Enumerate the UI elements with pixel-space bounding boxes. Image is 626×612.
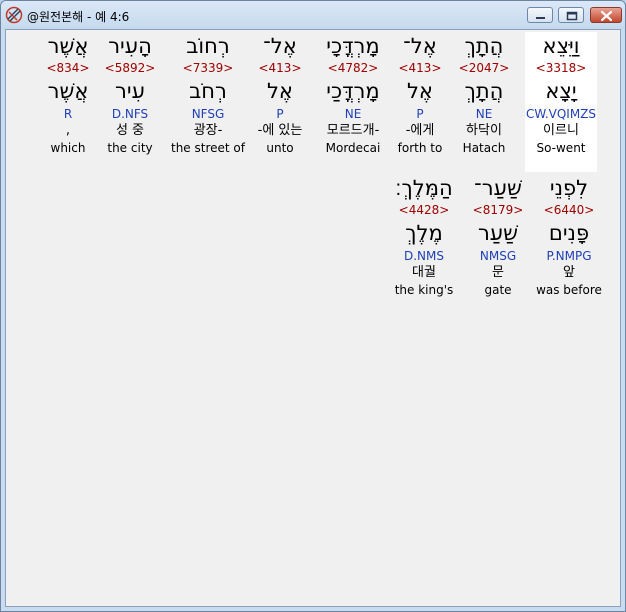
lemma-word: פָּנִים [548,221,590,245]
word-block[interactable]: הַמֶּלֶךְ׃ <4428> מֶלֶךְ D.NMS 대궐 the ki… [386,174,462,298]
morph-code: R [63,107,73,121]
app-window: @원전본해 - 예 4:6 וַיֵּצֵא <3318> יָצָא CW.V… [0,0,626,612]
lemma-word: הֲתָךְ [464,79,504,103]
strong-number[interactable]: <7339> [169,60,247,76]
morph-code: CW.VQIMZS [525,107,597,121]
hebrew-word: הָעִיר [108,34,152,58]
morph-code: NFSG [191,107,225,121]
morph-code: D.NFS [111,107,149,121]
strong-number[interactable]: <3318> [525,60,597,76]
morph-code: P [276,107,284,121]
morph-code: NMSG [479,249,517,263]
hebrew-word: רְחוֹב [186,34,230,58]
hebrew-word: אֲשֶׁר [47,34,89,58]
korean-gloss: 하닥이 [466,123,502,138]
minimize-icon [536,17,545,19]
korean-gloss: , [65,123,71,138]
english-gloss: So-went [536,141,586,155]
korean-gloss: 성 중 [115,123,145,138]
lemma-word: רְחֹב [189,79,227,103]
english-gloss: which [50,141,86,155]
korean-gloss: 앞 [563,265,575,280]
word-block[interactable]: אֶל־ <413> אֶל P -에 있는 unto [244,32,316,156]
strong-number[interactable]: <413> [384,60,456,76]
morph-code: NE [344,107,362,121]
lemma-word: אֶל [267,79,293,103]
english-gloss: the street of [171,141,245,155]
english-gloss: was before [536,283,602,297]
maximize-button[interactable] [558,7,584,23]
english-gloss: Hatach [462,141,506,155]
strong-number[interactable]: <6440> [533,202,605,218]
lemma-word: עִיר [115,79,145,103]
lemma-word: יָצָא [545,79,577,103]
word-block[interactable]: אֲשֶׁר <834> אֲשֶׁר R , which [32,32,104,156]
lemma-word: אֲשֶׁר [47,79,89,103]
strong-number[interactable]: <8179> [462,202,534,218]
word-block[interactable]: מָרְדֳּכָי <4782> מָרְדֳּכַי NE 모르드개- Mo… [317,32,389,156]
english-gloss: unto [266,141,294,155]
word-block[interactable]: רְחוֹב <7339> רְחֹב NFSG 광장- the street … [169,32,247,156]
minimize-button[interactable] [527,7,553,23]
english-gloss: the city [107,141,153,155]
close-button[interactable] [590,7,622,23]
word-block[interactable]: וַיֵּצֵא <3318> יָצָא CW.VQIMZS 이르니 So-w… [525,32,597,172]
morph-code: NE [475,107,493,121]
hebrew-word: מָרְדֳּכָי [326,34,380,58]
strong-number[interactable]: <413> [244,60,316,76]
korean-gloss: 문 [492,265,504,280]
word-block[interactable]: שַׁעַר־ <8179> שַׁעַר NMSG 문 gate [462,174,534,298]
window-title: @원전본해 - 예 4:6 [27,10,130,24]
hebrew-word: הַמֶּלֶךְ׃ [395,176,453,200]
korean-gloss: -에 있는 [257,123,303,138]
word-block[interactable]: אֶל־ <413> אֶל P -에게 forth to [384,32,456,156]
morph-code: P [416,107,424,121]
english-gloss: forth to [397,141,443,155]
hebrew-word: אֶל־ [403,34,437,58]
hebrew-word: שַׁעַר־ [474,176,522,200]
strong-number[interactable]: <5892> [94,60,166,76]
korean-gloss: 이르니 [543,123,579,138]
title-bar[interactable]: @원전본해 - 예 4:6 [1,1,625,29]
lemma-word: אֶל [407,79,433,103]
lemma-word: מֶלֶךְ [405,221,443,245]
strong-number[interactable]: <834> [32,60,104,76]
lemma-word: שַׁעַר [477,221,519,245]
hebrew-word: לִפְנֵי [549,176,589,200]
korean-gloss: -에게 [405,123,435,138]
strong-number[interactable]: <2047> [448,60,520,76]
morph-code: P.NMPG [546,249,592,263]
interlinear-panel: וַיֵּצֵא <3318> יָצָא CW.VQIMZS 이르니 So-w… [5,29,621,607]
hebrew-word: אֶל־ [263,34,297,58]
morph-code: D.NMS [403,249,444,263]
app-logo-icon [5,6,23,24]
english-gloss: gate [484,283,512,297]
close-icon [600,10,613,22]
strong-number[interactable]: <4782> [317,60,389,76]
word-block[interactable]: הָעִיר <5892> עִיר D.NFS 성 중 the city [94,32,166,156]
lemma-word: מָרְדֳּכַי [326,79,380,103]
hebrew-word: וַיֵּצֵא [542,34,580,58]
korean-gloss: 모르드개- [326,123,380,138]
korean-gloss: 대궐 [412,265,436,280]
english-gloss: Mordecai [325,141,381,155]
korean-gloss: 광장- [193,123,223,138]
word-block[interactable]: לִפְנֵי <6440> פָּנִים P.NMPG 앞 was befo… [533,174,605,298]
word-block[interactable]: הֲתָךְ <2047> הֲתָךְ NE 하닥이 Hatach [448,32,520,156]
strong-number[interactable]: <4428> [386,202,462,218]
english-gloss: the king's [394,283,454,297]
hebrew-word: הֲתָךְ [464,34,504,58]
maximize-icon [566,11,578,21]
